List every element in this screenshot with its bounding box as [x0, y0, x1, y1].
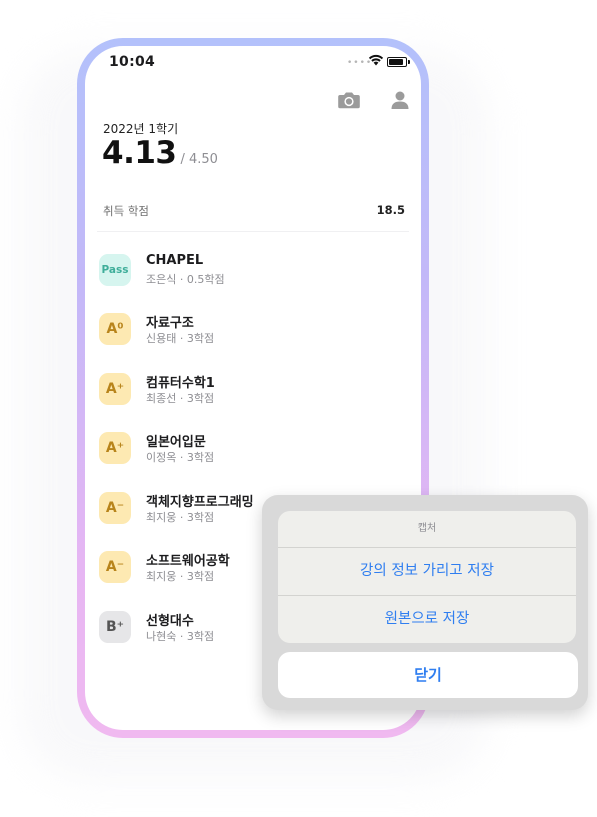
- course-subtitle: 이정옥 · 3학점: [146, 451, 215, 464]
- course-subtitle: 최지웅 · 3학점: [146, 570, 215, 583]
- grade-badge: A⁻: [99, 551, 131, 583]
- credits-row: 취득 학점 18.5: [103, 203, 405, 219]
- grade-badge: A⁰: [99, 313, 131, 345]
- course-title: 객체지향프로그래밍: [146, 495, 254, 510]
- grade-badge: B⁺: [99, 611, 131, 643]
- camera-icon[interactable]: [337, 90, 361, 110]
- course-title: 컴퓨터수학1: [146, 376, 215, 391]
- action-sheet-title: 캡처: [417, 523, 437, 534]
- wifi-icon: [368, 54, 384, 66]
- course-title: 선형대수: [146, 614, 194, 629]
- course-subtitle: 나현숙 · 3학점: [146, 630, 215, 643]
- grade-badge: Pass: [99, 254, 131, 286]
- grade-badge: A⁺: [99, 432, 131, 464]
- person-icon[interactable]: [390, 90, 410, 110]
- status-time: 10:04: [109, 54, 156, 70]
- divider: [97, 231, 409, 232]
- course-row[interactable]: A⁰ 자료구조 신용태 · 3학점: [85, 307, 421, 357]
- save-hide-info-button[interactable]: 강의 정보 가리고 저장: [278, 548, 576, 595]
- gpa-display: 4.13/ 4.50: [102, 135, 218, 171]
- course-row[interactable]: A⁺ 일본어입문 이정옥 · 3학점: [85, 426, 421, 476]
- credits-label: 취득 학점: [103, 204, 149, 218]
- gpa-value: 4.13: [102, 135, 177, 171]
- course-subtitle: 최지웅 · 3학점: [146, 511, 215, 524]
- course-subtitle: 신용태 · 3학점: [146, 332, 215, 345]
- course-title: 자료구조: [146, 316, 194, 331]
- course-title: 일본어입문: [146, 435, 206, 450]
- grade-badge: A⁻: [99, 492, 131, 524]
- grade-badge: A⁺: [99, 373, 131, 405]
- battery-icon: [387, 57, 410, 67]
- gpa-max: / 4.50: [180, 152, 218, 167]
- save-original-button[interactable]: 원본으로 저장: [278, 596, 576, 643]
- credits-value: 18.5: [376, 203, 405, 217]
- course-title: CHAPEL: [146, 253, 204, 268]
- course-row[interactable]: Pass CHAPEL 조은식 · 0.5학점: [85, 248, 421, 298]
- action-sheet-options: 캡처 강의 정보 가리고 저장 원본으로 저장: [278, 511, 576, 643]
- status-bar: 10:04 ••••: [85, 46, 421, 86]
- course-title: 소프트웨어공학: [146, 554, 230, 569]
- course-subtitle: 최종선 · 3학점: [146, 392, 215, 405]
- course-row[interactable]: A⁺ 컴퓨터수학1 최종선 · 3학점: [85, 367, 421, 417]
- course-subtitle: 조은식 · 0.5학점: [146, 273, 225, 286]
- close-button[interactable]: 닫기: [278, 652, 578, 698]
